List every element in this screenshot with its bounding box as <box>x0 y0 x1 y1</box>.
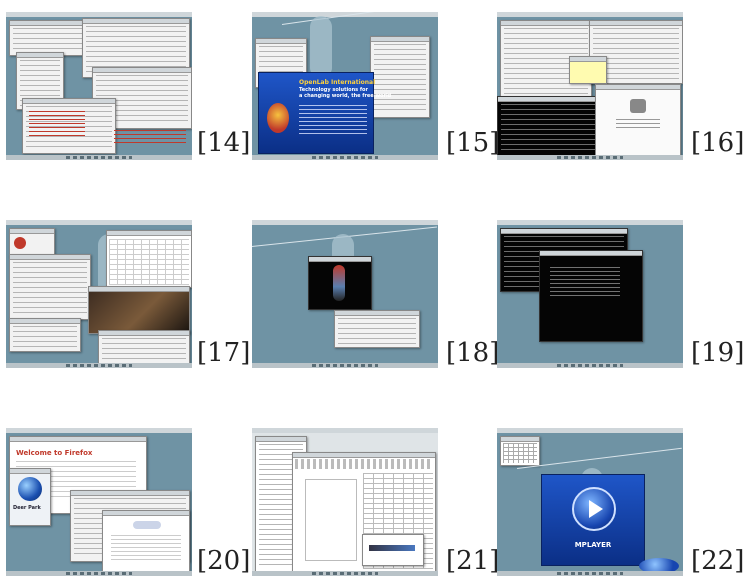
dialog-window <box>9 254 91 320</box>
screenshot-thumbnail-17[interactable] <box>6 220 192 368</box>
video-figure <box>333 265 345 301</box>
penguin-logo <box>267 103 289 133</box>
bottom-panel <box>497 155 683 160</box>
about-window <box>102 510 190 572</box>
chat-window <box>98 330 190 364</box>
spreadsheet-window <box>106 230 192 288</box>
screenshot-thumbnail-19[interactable] <box>497 220 683 368</box>
play-button-icon <box>572 487 616 531</box>
player-controls <box>334 310 420 348</box>
deer-park-label: Deer Park <box>13 505 41 511</box>
screenshot-thumbnail-22[interactable]: MPLAYER <box>497 428 683 576</box>
bottom-panel <box>497 363 683 368</box>
bottom-panel <box>6 363 192 368</box>
screenshot-number-20: [20] <box>197 546 251 576</box>
globe-icon <box>18 477 42 501</box>
bottom-panel <box>252 155 438 160</box>
window <box>569 56 607 84</box>
top-panel <box>6 12 192 17</box>
top-panel <box>497 220 683 225</box>
window <box>22 98 116 154</box>
screenshot-number-18: [18] <box>446 338 500 368</box>
window <box>9 318 81 352</box>
window <box>370 36 430 118</box>
screenshot-number-15: [15] <box>446 128 500 158</box>
about-dialog: Deer Park <box>9 468 51 526</box>
top-panel <box>6 428 192 433</box>
wire <box>516 447 682 469</box>
terminal-window <box>539 250 643 342</box>
app-logo <box>630 99 646 113</box>
openlab-splash: OpenLab International Technology solutio… <box>258 72 391 154</box>
bottom-panel <box>6 155 192 160</box>
screenshot-thumbnail-20[interactable]: Welcome to Firefox Deer Park <box>6 428 192 576</box>
screenshot-thumbnail-21[interactable] <box>252 428 438 576</box>
mplayer-splash: MPLAYER <box>541 474 645 566</box>
top-panel <box>497 428 683 433</box>
body-text <box>299 105 367 135</box>
error-text <box>114 130 186 144</box>
openlab-subtitle-2: a changing world, the free world <box>299 93 392 99</box>
about-dialog <box>595 84 681 156</box>
screenshot-number-14: [14] <box>197 128 251 158</box>
mplayer-label: MPLAYER <box>574 541 612 549</box>
bottom-panel <box>252 571 438 576</box>
screenshot-number-16: [16] <box>691 128 745 158</box>
screenshot-number-19: [19] <box>691 338 745 368</box>
mascot <box>310 16 332 76</box>
video-window <box>88 286 190 334</box>
openoffice-splash <box>362 534 424 566</box>
screenshot-thumbnail-15[interactable]: OpenLab International Technology solutio… <box>252 12 438 160</box>
screenshot-thumbnail-18[interactable] <box>252 220 438 368</box>
screenshot-number-22: [22] <box>691 546 745 576</box>
top-panel <box>497 12 683 17</box>
top-panel <box>252 220 438 225</box>
screenshot-number-17: [17] <box>197 338 251 368</box>
bottom-panel <box>252 363 438 368</box>
video-window <box>308 256 372 310</box>
top-panel <box>6 220 192 225</box>
alert-icon <box>14 237 26 249</box>
bottom-panel <box>6 571 192 576</box>
screenshot-thumbnail-14[interactable] <box>6 12 192 160</box>
error-text <box>29 111 85 139</box>
top-panel <box>252 428 438 433</box>
bottom-panel <box>497 571 683 576</box>
openlab-title: OpenLab International <box>299 79 376 86</box>
calendar-window <box>500 436 540 466</box>
firefox-welcome: Welcome to Firefox <box>16 449 93 457</box>
screenshot-number-21: [21] <box>446 546 500 576</box>
screenshot-thumbnail-16[interactable] <box>497 12 683 160</box>
